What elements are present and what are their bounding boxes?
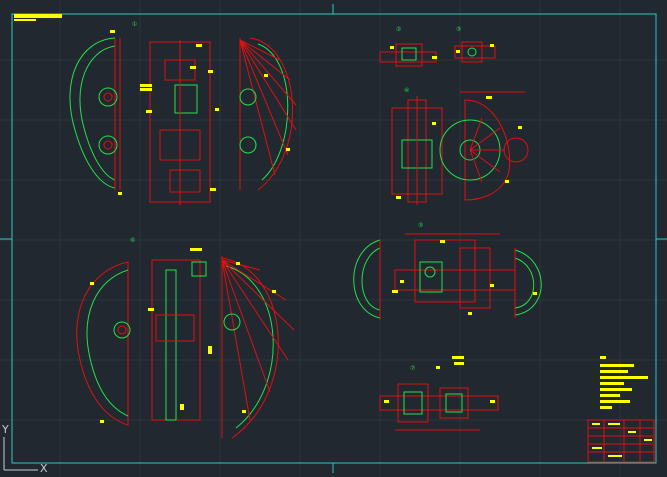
view-label-3: ③ bbox=[456, 26, 462, 33]
view-4-shaft-assembly bbox=[353, 233, 542, 320]
title-block bbox=[587, 419, 655, 463]
ucs-y-label: Y bbox=[2, 423, 9, 436]
ucs-x-label: X bbox=[40, 462, 48, 475]
view-label-6: ⑥ bbox=[130, 237, 136, 244]
view-label-2: ② bbox=[396, 26, 402, 33]
corner-stamp bbox=[14, 14, 62, 21]
technical-notes bbox=[600, 356, 648, 409]
ucs-axis-icon bbox=[3, 437, 38, 471]
view-5-lower-housing bbox=[76, 256, 295, 439]
view-label-4: ④ bbox=[404, 87, 410, 94]
drawing-canvas[interactable] bbox=[0, 0, 667, 477]
view-label-7: ⑦ bbox=[410, 365, 416, 372]
view-label-5: ⑤ bbox=[418, 222, 424, 229]
drawing-frame bbox=[0, 4, 667, 473]
view-label-1: ① bbox=[132, 21, 138, 28]
view-2-small-parts bbox=[379, 41, 496, 67]
view-6-bottom-shaft bbox=[379, 383, 499, 431]
